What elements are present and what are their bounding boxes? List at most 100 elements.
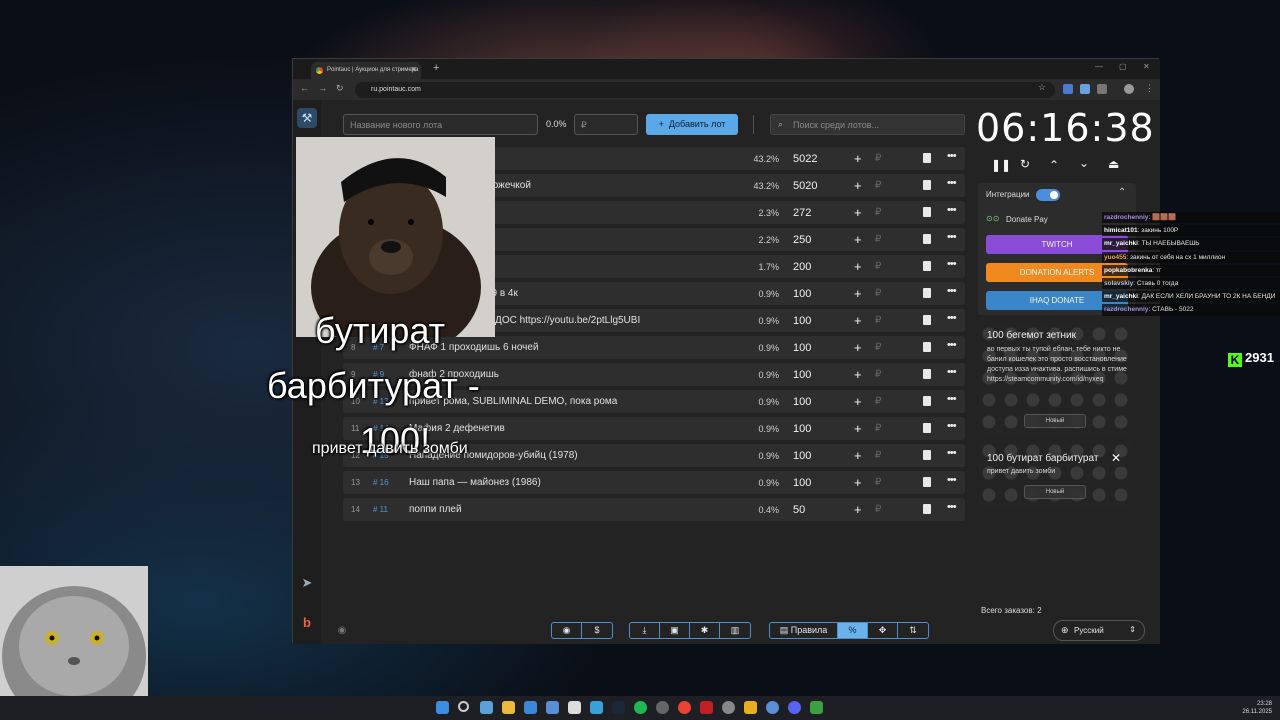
more-icon[interactable]: ••• <box>947 420 957 432</box>
add-amount-icon[interactable]: + <box>854 286 862 301</box>
order-status-select[interactable]: Новый <box>1024 485 1086 499</box>
lot-amount[interactable]: 50 <box>793 504 805 516</box>
more-icon[interactable]: ••• <box>947 447 957 459</box>
app-icon[interactable] <box>590 701 603 714</box>
lot-amount[interactable]: 5020 <box>793 180 817 192</box>
trash-icon[interactable] <box>923 207 931 217</box>
integrations-toggle[interactable] <box>1036 189 1060 201</box>
more-icon[interactable]: ••• <box>947 339 957 351</box>
extension-icon[interactable] <box>1063 84 1073 94</box>
more-icon[interactable]: ••• <box>947 150 957 162</box>
close-tab-icon[interactable]: ✕ <box>410 65 417 74</box>
reload-icon[interactable]: ↻ <box>336 83 344 94</box>
obs-icon[interactable] <box>656 701 669 714</box>
github-icon[interactable]: ◉ <box>552 623 582 638</box>
add-amount-icon[interactable]: + <box>854 448 862 463</box>
puzzle-icon[interactable] <box>1097 84 1107 94</box>
chevron-up-icon[interactable]: ⌃ <box>1118 187 1126 198</box>
app-icon[interactable] <box>722 701 735 714</box>
forward-icon[interactable]: → <box>318 83 327 93</box>
spotify-icon[interactable] <box>634 701 647 714</box>
trash-icon[interactable] <box>923 315 931 325</box>
more-icon[interactable]: ••• <box>947 366 957 378</box>
back-icon[interactable]: ← <box>300 83 309 93</box>
more-icon[interactable]: ••• <box>947 177 957 189</box>
more-icon[interactable]: ••• <box>947 474 957 486</box>
more-icon[interactable]: ••• <box>947 285 957 297</box>
minecraft-icon[interactable] <box>810 701 823 714</box>
search-icon[interactable] <box>458 701 469 712</box>
trash-icon[interactable] <box>923 423 931 433</box>
trash-icon[interactable] <box>923 369 931 379</box>
reset-icon[interactable]: ↻ <box>1020 157 1030 171</box>
pause-icon[interactable]: ❚❚ <box>991 158 1011 172</box>
menu-icon[interactable]: ⋮ <box>1145 83 1154 94</box>
trash-icon[interactable] <box>923 477 931 487</box>
more-icon[interactable]: ••• <box>947 312 957 324</box>
order-status-select[interactable]: Новый <box>1024 414 1086 428</box>
telegram-icon[interactable]: ➤ <box>293 575 321 591</box>
lot-amount[interactable]: 100 <box>793 450 811 462</box>
extension-icon[interactable] <box>1080 84 1090 94</box>
lot-amount[interactable]: 100 <box>793 396 811 408</box>
lot-amount[interactable]: 100 <box>793 342 811 354</box>
more-icon[interactable]: ••• <box>947 501 957 513</box>
lot-amount[interactable]: 250 <box>793 234 811 246</box>
add-amount-icon[interactable]: + <box>854 502 862 517</box>
close-window-icon[interactable]: ✕ <box>1143 62 1150 71</box>
add-amount-icon[interactable]: + <box>854 313 862 328</box>
maximize-icon[interactable]: ▢ <box>1119 62 1127 71</box>
minimize-icon[interactable]: — <box>1095 62 1103 71</box>
add-amount-icon[interactable]: + <box>854 340 862 355</box>
save-icon[interactable]: ▣ <box>660 623 690 638</box>
download-icon[interactable]: ⤓ <box>630 623 660 638</box>
add-amount-icon[interactable]: + <box>854 475 862 490</box>
lot-name-input[interactable]: Название нового лота <box>343 114 538 135</box>
rules-button[interactable]: ▤ Правила <box>770 623 838 638</box>
add-amount-icon[interactable]: + <box>854 232 862 247</box>
new-tab-icon[interactable]: + <box>433 62 439 74</box>
more-icon[interactable]: ••• <box>947 393 957 405</box>
trash-icon[interactable] <box>923 342 931 352</box>
boosty-icon[interactable]: b <box>293 615 321 630</box>
search-input[interactable]: ⌕ Поиск среди лотов... <box>770 114 965 135</box>
trash-icon[interactable] <box>923 288 931 298</box>
add-amount-icon[interactable]: + <box>854 259 862 274</box>
move-icon[interactable]: ✥ <box>868 623 898 638</box>
lot-amount[interactable]: 5022 <box>793 153 817 165</box>
add-amount-icon[interactable]: + <box>854 421 862 436</box>
percent-icon[interactable]: % <box>838 623 868 638</box>
widgets-icon[interactable] <box>480 701 493 714</box>
profile-icon[interactable] <box>1124 84 1134 94</box>
folder-icon[interactable] <box>502 701 515 714</box>
star-icon[interactable]: ☆ <box>1038 82 1046 93</box>
eject-icon[interactable]: ⏏ <box>1108 157 1119 171</box>
trash-icon[interactable]: ▥ <box>720 623 750 638</box>
calendar-icon[interactable] <box>568 701 581 714</box>
lot-amount[interactable]: 100 <box>793 477 811 489</box>
chevron-down-icon[interactable]: ⌄ <box>1079 156 1089 170</box>
lot-name[interactable]: поппи плей <box>409 504 739 515</box>
dollar-icon[interactable]: $ <box>582 623 612 638</box>
eye-icon[interactable]: ◉ <box>335 625 349 636</box>
trash-icon[interactable] <box>923 450 931 460</box>
app-icon[interactable] <box>766 701 779 714</box>
address-bar[interactable]: ru.pointauc.com <box>355 82 1055 98</box>
more-icon[interactable]: ••• <box>947 231 957 243</box>
add-amount-icon[interactable]: + <box>854 205 862 220</box>
trash-icon[interactable] <box>923 396 931 406</box>
lot-name[interactable]: Мафия 2 дефенетив <box>409 423 739 434</box>
trash-icon[interactable] <box>923 180 931 190</box>
add-amount-icon[interactable]: + <box>854 178 862 193</box>
discord-icon[interactable] <box>788 701 801 714</box>
bug-icon[interactable]: ✱ <box>690 623 720 638</box>
trash-icon[interactable] <box>923 504 931 514</box>
more-icon[interactable]: ••• <box>947 204 957 216</box>
lot-amount[interactable]: 200 <box>793 261 811 273</box>
chevron-up-icon[interactable]: ⌃ <box>1049 158 1059 172</box>
close-icon[interactable]: ✕ <box>1111 451 1121 465</box>
browser-tab[interactable]: Pointauc | Аукцион для стримера ✕ <box>311 62 421 79</box>
trash-icon[interactable] <box>923 234 931 244</box>
app-icon[interactable] <box>744 701 757 714</box>
trash-icon[interactable] <box>923 153 931 163</box>
